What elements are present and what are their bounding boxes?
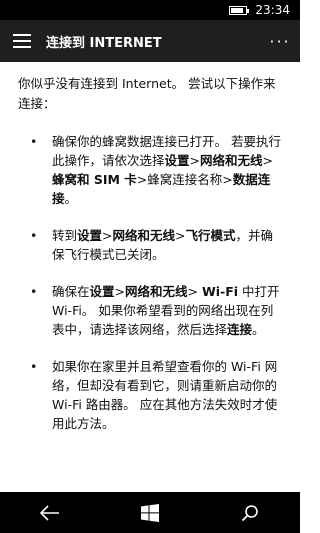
status-time: 23:34 xyxy=(255,3,290,17)
page-title: 连接到 INTERNET xyxy=(46,35,162,51)
status-bar: 23:34 xyxy=(0,0,300,20)
main-content: 你似乎没有连接到 Internet。 尝试以下操作来连接： • 确保你的蜂窝数据… xyxy=(0,62,300,492)
list-item: • 转到设置>网络和无线>飞行模式，并确保飞行模式已关闭。 xyxy=(30,228,274,262)
hamburger-menu-icon[interactable] xyxy=(0,20,44,62)
more-options-button[interactable]: ··· xyxy=(260,32,300,51)
list-item: • 确保在设置>网络和无线> Wi-Fi 中打开 Wi-Fi。 如果你希望看到的… xyxy=(30,284,280,337)
app-bar: 连接到 INTERNET ··· xyxy=(0,20,300,62)
bullet: • xyxy=(30,359,38,374)
intro-text: 你似乎没有连接到 Internet。 尝试以下操作来连接： xyxy=(18,76,276,111)
navigation-bar xyxy=(0,492,300,533)
start-button[interactable] xyxy=(120,492,180,533)
battery-icon xyxy=(229,5,250,15)
back-button[interactable] xyxy=(20,492,80,533)
bullet: • xyxy=(30,134,38,149)
search-icon xyxy=(241,504,258,521)
list-item: • 确保你的蜂窝数据连接已打开。 若要执行此操作，请依次选择设置>网络和无线>蜂… xyxy=(30,134,281,206)
windows-logo-icon xyxy=(141,503,159,522)
back-arrow-icon xyxy=(40,504,59,521)
bullet: • xyxy=(30,228,38,243)
bullet: • xyxy=(30,284,38,299)
steps-list: • 确保你的蜂窝数据连接已打开。 若要执行此操作，请依次选择设置>网络和无线>蜂… xyxy=(18,132,282,433)
list-item: • 如果你在家里并且希望查看你的 Wi-Fi 网络，但却没有看到它，则请重新启动… xyxy=(30,359,278,431)
search-button[interactable] xyxy=(220,492,280,533)
